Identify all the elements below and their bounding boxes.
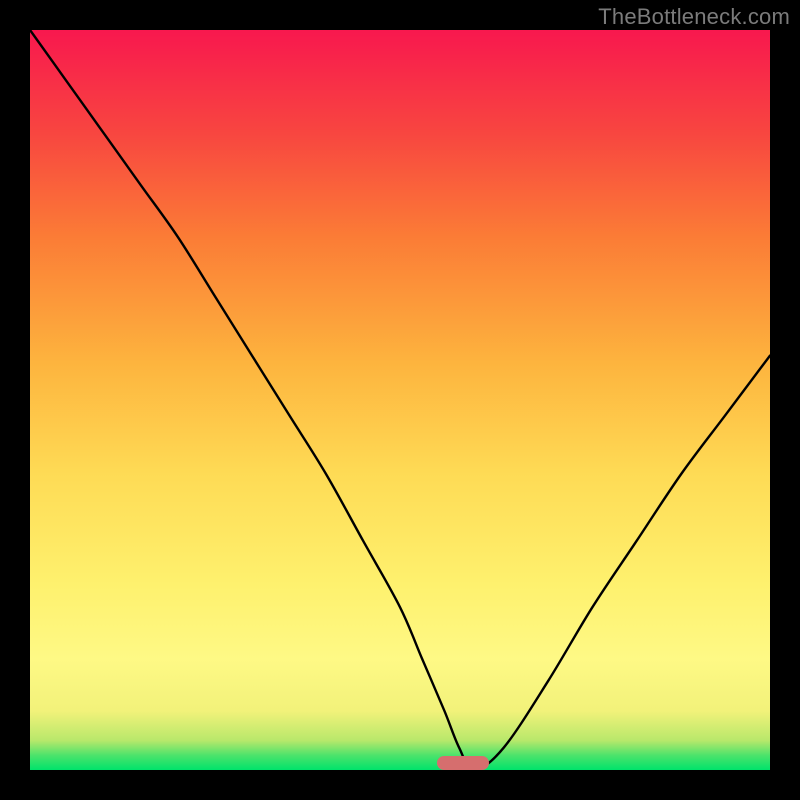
plot-area xyxy=(30,30,770,770)
curve-path xyxy=(30,30,770,770)
watermark-text: TheBottleneck.com xyxy=(598,4,790,30)
bottleneck-curve xyxy=(30,30,770,770)
optimum-marker xyxy=(437,756,489,770)
chart-frame: TheBottleneck.com xyxy=(0,0,800,800)
